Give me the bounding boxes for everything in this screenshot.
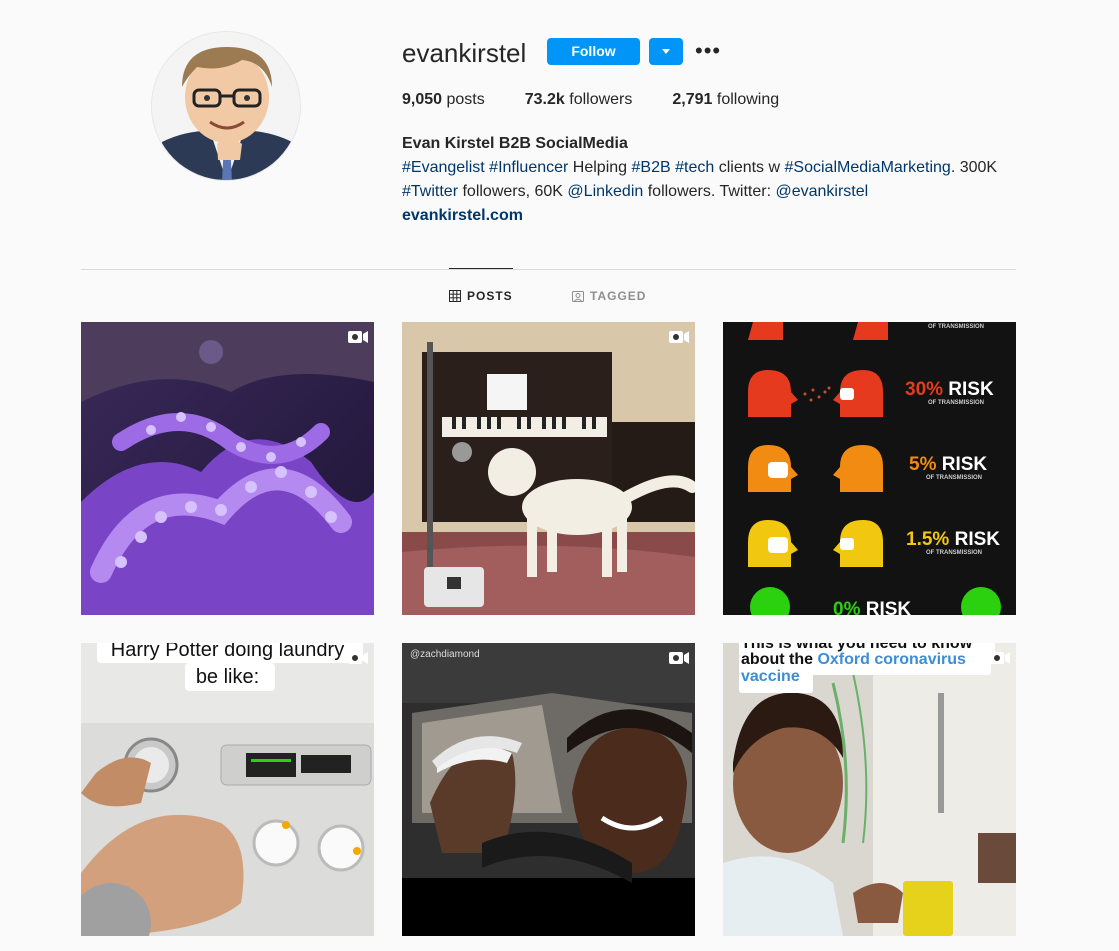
post-image-car-interior [402,643,695,936]
hashtag-tech-link[interactable]: #tech [675,159,714,176]
video-icon [348,652,368,664]
hashtag-twitter-link[interactable]: #Twitter [402,183,458,200]
tab-posts[interactable]: POSTS [449,289,513,303]
svg-text:1.5% RISK: 1.5% RISK [906,529,1000,550]
hashtag-evangelist-link[interactable]: #Evangelist [402,159,485,176]
post-caption-line2: vaccine [741,668,800,685]
following-stat[interactable]: 2,791 following [672,91,779,109]
profile-username: evankirstel [402,38,527,68]
profile-avatar[interactable] [151,31,301,181]
profile-website-link[interactable]: evankirstel.com [402,207,523,224]
avatar-caricature-image [152,32,300,180]
bio-text-followers-twitter: followers. Twitter: [647,183,772,200]
followers-count: 73.2k [524,91,565,108]
svg-text:OF TRANSMISSION: OF TRANSMISSION [926,550,982,556]
svg-text:5% RISK: 5% RISK [909,454,987,475]
following-count: 2,791 [672,91,713,108]
post-image-dog-piano [402,322,695,615]
tabs-divider [81,269,1016,270]
bio-text-clients: clients w [718,159,781,176]
tab-posts-label: POSTS [467,289,513,303]
video-icon [990,652,1010,664]
post-caption-about-the: about the [741,651,813,668]
tagged-user-icon [572,291,584,302]
bio-line-1: #Evangelist #Influencer Helping #B2B #te… [402,156,1042,180]
bio-text-followers-60k: followers, 60K [462,183,563,200]
more-options-icon[interactable]: ••• [695,36,721,66]
post-tile-car-selfie[interactable]: @zachdiamond [402,643,695,936]
profile-stats: 9,050 posts 73.2k followers 2,791 follow… [402,91,819,109]
tab-tagged-label: TAGGED [590,289,647,303]
profile-bio: Evan Kirstel B2B SocialMedia #Evangelist… [402,132,1042,228]
profile-full-name: Evan Kirstel B2B SocialMedia [402,135,628,152]
grid-icon [449,290,461,302]
bio-text-300k: . 300K [950,159,998,176]
svg-text:OF TRANSMISSION: OF TRANSMISSION [928,400,984,406]
hashtag-socialmediamarketing-link[interactable]: #SocialMediaMarketing [785,159,951,176]
bio-line-2: #Twitter followers, 60K @Linkedin follow… [402,180,1042,204]
post-caption-line1: Harry Potter doing laundry [110,643,345,661]
hashtag-influencer-link[interactable]: #Influencer [489,159,568,176]
tab-tagged[interactable]: TAGGED [572,289,646,303]
followers-stat[interactable]: 73.2k followers [525,91,633,109]
active-tab-indicator [449,268,513,269]
post-watermark: @zachdiamond [410,649,480,660]
post-tile-harry-potter-laundry[interactable]: Harry Potter doing laundry be like: [81,643,374,936]
svg-text:OF TRANSMISSION: OF TRANSMISSION [928,324,984,330]
mention-evankirstel-link[interactable]: @evankirstel [775,183,868,200]
post-tile-mask-risk-infographic[interactable]: 30% RISK 5% RISK 1.5% RISK 0% RISK OF TR… [723,322,1016,615]
video-icon [669,331,689,343]
follow-button[interactable]: Follow [547,38,640,65]
post-caption-line2: be like: [195,666,260,688]
post-tile-octopus[interactable] [81,322,374,615]
posts-stat: 9,050 posts [402,91,485,109]
svg-text:30% RISK: 30% RISK [905,379,994,400]
posts-count: 9,050 [402,91,443,108]
video-icon [669,652,689,664]
post-image-mask-risk: 30% RISK 5% RISK 1.5% RISK 0% RISK OF TR… [723,322,1016,615]
suggested-accounts-dropdown-button[interactable] [649,38,683,65]
followers-label: followers [569,91,633,108]
hashtag-b2b-link[interactable]: #B2B [632,159,671,176]
svg-text:0% RISK: 0% RISK [833,599,911,615]
mention-linkedin-link[interactable]: @Linkedin [567,183,643,200]
following-label: following [716,91,780,108]
post-caption-line1: about the Oxford coronavirus [741,651,966,669]
post-tile-dog-piano[interactable] [402,322,695,615]
post-caption-oxford-coronavirus: Oxford coronavirus [817,651,966,668]
post-image-octopus [81,322,374,615]
risk-label-30-value: 30% [905,379,943,400]
posts-label: posts [446,91,485,108]
post-tile-oxford-vaccine[interactable]: This is what you need to know about the … [723,643,1016,936]
svg-text:OF TRANSMISSION: OF TRANSMISSION [926,475,982,481]
video-icon [348,331,368,343]
bio-text-helping: Helping [572,159,628,176]
